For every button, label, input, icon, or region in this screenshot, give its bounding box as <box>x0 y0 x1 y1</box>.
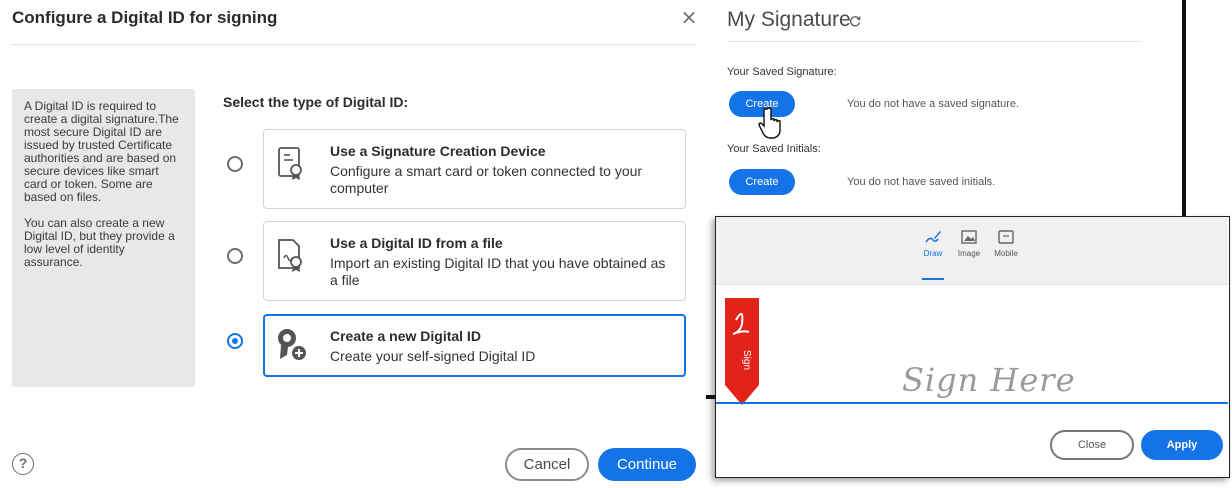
configure-digital-id-dialog: Configure a Digital ID for signing × A D… <box>0 0 708 488</box>
option-create-new-id[interactable]: Create a new Digital ID Create your self… <box>263 314 686 377</box>
saved-initials-label: Your Saved Initials: <box>727 143 821 155</box>
option-title: Use a Signature Creation Device <box>330 143 546 159</box>
tab-draw[interactable]: Draw <box>915 229 951 258</box>
radio-digital-id-file[interactable] <box>227 248 243 264</box>
image-icon <box>961 230 977 244</box>
certificate-device-icon <box>278 147 302 180</box>
mobile-icon <box>998 230 1014 244</box>
apply-button[interactable]: Apply <box>1141 430 1223 460</box>
option-digital-id-file[interactable]: Use a Digital ID from a file Import an e… <box>263 221 686 301</box>
certificate-file-icon <box>278 239 302 272</box>
hand-cursor-icon <box>758 107 781 139</box>
create-initials-button[interactable]: Create <box>729 169 795 195</box>
close-icon[interactable]: × <box>679 6 699 28</box>
title-divider <box>12 44 696 45</box>
radio-create-new-id[interactable] <box>227 333 243 349</box>
saved-signature-label: Your Saved Signature: <box>727 66 837 78</box>
my-signature-title: My Signature <box>727 8 851 31</box>
type-heading: Select the type of Digital ID: <box>223 94 409 110</box>
draw-toolbar: Draw Image Mobile <box>716 217 1228 285</box>
sign-flag-label: Sign <box>741 350 752 370</box>
refresh-icon[interactable] <box>848 14 862 28</box>
active-tab-indicator <box>922 278 944 280</box>
info-paragraph-1: A Digital ID is required to create a dig… <box>24 99 179 204</box>
tab-label: Draw <box>923 249 943 258</box>
option-description: Configure a smart card or token connecte… <box>330 163 643 196</box>
option-signature-device[interactable]: Use a Signature Creation Device Configur… <box>263 129 686 209</box>
help-icon[interactable]: ? <box>12 453 34 475</box>
tab-mobile[interactable]: Mobile <box>988 229 1024 258</box>
option-title: Use a Digital ID from a file <box>330 235 503 251</box>
sign-here-placeholder[interactable]: Sign Here <box>902 361 1076 399</box>
saved-signature-note: You do not have a saved signature. <box>847 98 1020 110</box>
tab-label: Image <box>957 249 981 258</box>
signature-baseline <box>716 402 1228 404</box>
sign-here-flag: Sign <box>725 298 759 405</box>
info-panel: A Digital ID is required to create a dig… <box>12 89 195 387</box>
badge-add-icon <box>278 329 306 360</box>
option-description: Create your self-signed Digital ID <box>330 348 536 364</box>
option-title: Create a new Digital ID <box>330 328 481 344</box>
signature-draw-panel: Draw Image Mobile Sign Sign Here Close A… <box>715 216 1230 478</box>
panel-edge-shadow <box>706 395 716 399</box>
info-paragraph-2: You can also create a new Digital ID, bu… <box>24 216 175 269</box>
tab-label: Mobile <box>994 249 1018 258</box>
cancel-button[interactable]: Cancel <box>505 448 589 481</box>
close-button[interactable]: Close <box>1050 430 1134 460</box>
tab-image[interactable]: Image <box>951 229 987 258</box>
saved-initials-note: You do not have saved initials. <box>847 176 996 188</box>
radio-signature-device[interactable] <box>227 156 243 172</box>
continue-button[interactable]: Continue <box>598 448 696 481</box>
title-divider <box>727 41 1141 42</box>
pen-draw-icon <box>925 231 941 243</box>
option-description: Import an existing Digital ID that you h… <box>330 255 666 288</box>
dialog-title: Configure a Digital ID for signing <box>12 8 278 27</box>
